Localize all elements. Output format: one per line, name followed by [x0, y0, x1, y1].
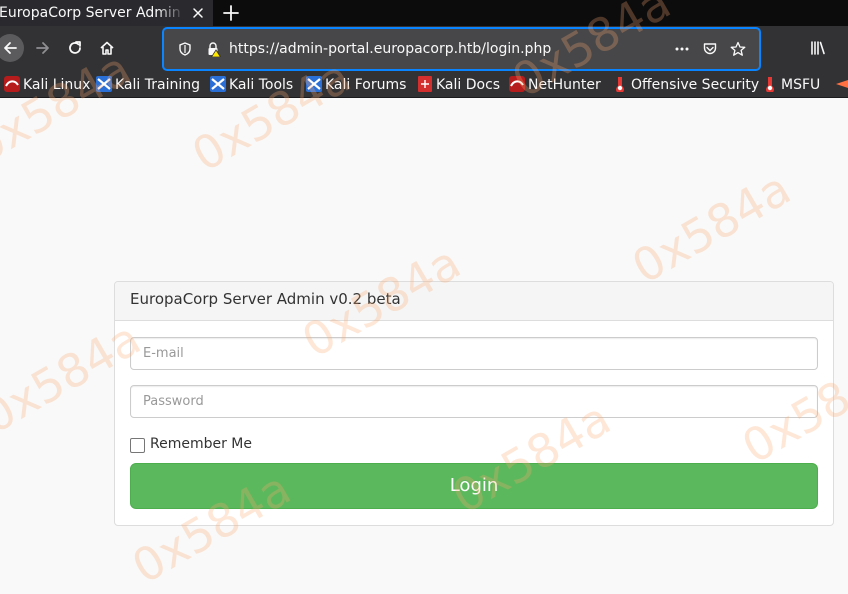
panel-title: EuropaCorp Server Admin v0.2 beta	[130, 290, 401, 308]
tab-title: EuropaCorp Server Admin v0.2 beta	[0, 5, 185, 21]
msfu-icon	[766, 77, 774, 92]
kali-tools-icon	[210, 76, 226, 92]
kali-icon	[4, 76, 20, 92]
bookmark-kali-docs[interactable]: Kali Docs	[417, 76, 500, 94]
library-icon	[811, 41, 825, 55]
bookmark-kali-tools[interactable]: Kali Tools	[210, 76, 293, 94]
bookmark-overflow-icon	[836, 80, 848, 88]
bookmark-msfu[interactable]: MSFU	[762, 76, 820, 94]
close-tab-icon[interactable]	[190, 5, 206, 21]
password-input[interactable]	[130, 385, 818, 418]
panel-heading: EuropaCorp Server Admin v0.2 beta	[115, 282, 833, 321]
navigation-toolbar: https://admin-portal.europacorp.htb/logi…	[0, 26, 848, 72]
back-button[interactable]	[0, 34, 24, 62]
home-icon	[100, 41, 114, 55]
url-text: https://admin-portal.europacorp.htb/logi…	[229, 41, 552, 57]
bookmark-label: Kali Tools	[229, 77, 294, 93]
kali-forums-icon	[306, 76, 322, 92]
login-panel: EuropaCorp Server Admin v0.2 beta Rememb…	[114, 281, 834, 526]
nethunter-icon	[509, 76, 525, 92]
forward-icon	[36, 42, 49, 54]
padlock-warning-icon[interactable]	[205, 41, 221, 57]
kali-docs-icon	[418, 76, 432, 92]
bookmark-kali-training[interactable]: Kali Training	[96, 76, 200, 94]
bookmark-label: NetHunter	[528, 77, 601, 93]
library-button[interactable]	[804, 34, 832, 62]
bookmark-label: Kali Docs	[436, 77, 501, 93]
bookmark-offensive-security[interactable]: Offensive Security	[612, 76, 759, 94]
forward-button[interactable]	[29, 34, 57, 62]
tab-strip: EuropaCorp Server Admin v0.2 beta	[0, 0, 848, 26]
login-button[interactable]: Login	[130, 463, 818, 509]
bookmark-nethunter[interactable]: NetHunter	[509, 76, 601, 94]
bookmark-overflow[interactable]	[834, 76, 848, 94]
page-content: EuropaCorp Server Admin v0.2 beta Rememb…	[0, 98, 848, 532]
remember-me-checkbox[interactable]	[130, 438, 145, 453]
home-button[interactable]	[93, 34, 121, 62]
bookmark-label: Kali Linux	[23, 77, 91, 93]
bookmark-kali-linux[interactable]: Kali Linux	[4, 76, 90, 94]
kali-training-icon	[96, 76, 112, 92]
remember-me-label: Remember Me	[150, 436, 252, 452]
back-icon	[4, 42, 17, 54]
bookmark-label: MSFU	[781, 77, 821, 93]
email-input[interactable]	[130, 337, 818, 370]
new-tab-icon[interactable]	[221, 3, 241, 23]
reload-icon	[69, 41, 81, 54]
more-icon[interactable]	[674, 41, 690, 57]
url-bar[interactable]: https://admin-portal.europacorp.htb/logi…	[163, 28, 760, 70]
bookmark-label: Offensive Security	[631, 77, 760, 93]
bookmark-label: Kali Forums	[325, 77, 407, 93]
reload-button[interactable]	[61, 34, 89, 62]
shield-icon[interactable]	[177, 41, 193, 57]
bookmarks-toolbar: Kali Linux Kali Training Kali Tools Kali…	[0, 72, 848, 98]
offsec-icon	[616, 77, 624, 92]
bookmark-label: Kali Training	[115, 77, 200, 93]
active-tab[interactable]: EuropaCorp Server Admin v0.2 beta	[0, 0, 213, 26]
bookmark-kali-forums[interactable]: Kali Forums	[306, 76, 406, 94]
pocket-icon[interactable]	[702, 41, 718, 57]
star-icon[interactable]	[730, 41, 746, 57]
